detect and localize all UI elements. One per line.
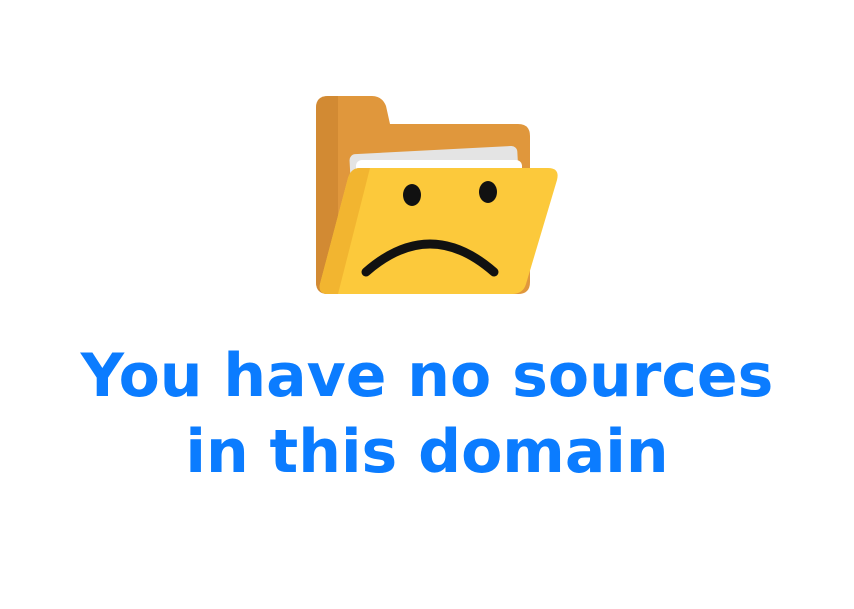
message-line-1: You have no sources [80, 341, 774, 411]
sad-folder-icon [316, 96, 558, 294]
right-eye [479, 181, 497, 203]
empty-state-message: You have no sources in this domain [0, 338, 854, 490]
message-line-2: in this domain [185, 417, 669, 487]
empty-state: You have no sources in this domain [0, 0, 854, 609]
left-eye [403, 184, 421, 206]
